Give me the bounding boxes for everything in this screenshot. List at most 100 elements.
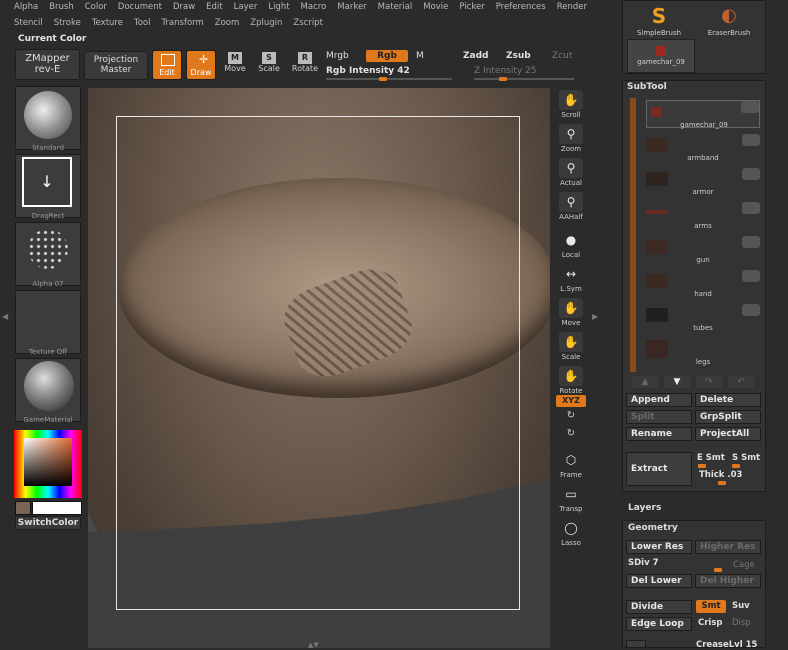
primary-color-swatch[interactable] — [15, 501, 31, 515]
thick-knob[interactable] — [718, 481, 726, 485]
subtool-item-gun[interactable]: gun — [646, 236, 760, 264]
menu-material[interactable]: Material — [378, 2, 413, 12]
rotate-z-tool[interactable]: ↻ — [556, 428, 586, 439]
menu-texture[interactable]: Texture — [92, 18, 123, 28]
brush-thumb[interactable] — [15, 86, 81, 150]
projectall-button[interactable]: ProjectAll — [695, 427, 761, 441]
menu-color[interactable]: Color — [85, 2, 107, 12]
color-picker-square[interactable] — [24, 438, 72, 486]
subtool-item-hand[interactable]: hand — [646, 270, 760, 298]
menu-zplugin[interactable]: Zplugin — [250, 18, 282, 28]
thick-slider[interactable]: Thick .03 — [699, 470, 742, 480]
local-tool[interactable]: ● Local — [556, 230, 586, 259]
alpha-thumb[interactable] — [15, 222, 81, 286]
menu-zscript[interactable]: Zscript — [293, 18, 323, 28]
visibility-eye-icon[interactable] — [742, 202, 760, 214]
bottom-tray-toggle-icon[interactable]: ▲▼ — [308, 641, 328, 649]
stroke-thumb[interactable]: ↓ — [15, 154, 81, 218]
z-intensity-knob[interactable] — [499, 77, 507, 81]
arrow-down-icon[interactable]: ▼ — [664, 376, 690, 388]
smt-toggle[interactable]: Smt — [696, 600, 726, 613]
scroll-tool[interactable]: ✋ Scroll — [556, 90, 586, 119]
transp-tool[interactable]: ▭ Transp — [556, 484, 586, 513]
menu-render[interactable]: Render — [557, 2, 587, 12]
visibility-eye-icon[interactable] — [742, 134, 760, 146]
scale-tool[interactable]: ✋ Scale — [556, 332, 586, 361]
sdiv-slider[interactable]: SDiv 7 — [628, 558, 659, 568]
layers-title[interactable]: Layers — [628, 503, 661, 513]
del-lower-button[interactable]: Del Lower — [626, 574, 692, 588]
rgb-intensity-track[interactable] — [326, 78, 452, 80]
gamechar-tool-item[interactable]: gamechar_09 — [627, 39, 695, 73]
menu-stroke[interactable]: Stroke — [54, 18, 81, 28]
append-button[interactable]: Append — [626, 393, 692, 407]
subtool-item-armband[interactable]: armband — [646, 134, 760, 162]
geometry-title[interactable]: Geometry — [628, 523, 678, 533]
menu-picker[interactable]: Picker — [459, 2, 484, 12]
arrow-undo-icon[interactable]: ↶ — [728, 376, 754, 388]
aahalf-tool[interactable]: ⚲ AAHalf — [556, 192, 586, 221]
arrow-redo-icon[interactable]: ↷ — [696, 376, 722, 388]
menu-marker[interactable]: Marker — [337, 2, 366, 12]
document-canvas[interactable] — [88, 88, 550, 648]
color-picker-ring[interactable] — [14, 430, 82, 498]
s-smt-knob[interactable] — [732, 464, 740, 468]
visibility-eye-icon[interactable] — [742, 236, 760, 248]
z-intensity-track[interactable] — [474, 78, 574, 80]
material-thumb[interactable] — [15, 358, 81, 422]
grpsplit-button[interactable]: GrpSplit — [695, 410, 761, 424]
menu-preferences[interactable]: Preferences — [496, 2, 546, 12]
simple-brush-item[interactable]: S SimpleBrush — [629, 3, 689, 37]
secondary-color-swatch[interactable] — [32, 501, 82, 515]
z-intensity-slider[interactable]: Z Intensity 25 — [474, 66, 537, 76]
disp-slider[interactable]: Disp — [732, 618, 751, 628]
subtool-scrollbar[interactable] — [630, 98, 636, 372]
zsub-button[interactable]: Zsub — [506, 51, 531, 61]
move-tool[interactable]: ✋ Move — [556, 298, 586, 327]
menu-layer[interactable]: Layer — [234, 2, 258, 12]
draw-mode-button[interactable]: ✛ Draw — [186, 50, 216, 80]
rgb-intensity-slider[interactable]: Rgb Intensity 42 — [326, 66, 410, 76]
extract-button[interactable]: Extract — [626, 452, 692, 486]
rotate-mode-button[interactable]: R Rotate — [290, 52, 320, 80]
zoom-tool[interactable]: ⚲ Zoom — [556, 124, 586, 153]
e-smt-knob[interactable] — [698, 464, 706, 468]
s-smt-slider[interactable]: S Smt — [732, 453, 760, 463]
lasso-tool[interactable]: ◯ Lasso — [556, 518, 586, 547]
mrgb-button[interactable]: Mrgb — [326, 51, 349, 61]
switch-color-button[interactable]: SwitchColor — [15, 516, 81, 530]
menu-stencil[interactable]: Stencil — [14, 18, 43, 28]
move-mode-button[interactable]: M Move — [222, 52, 248, 80]
projection-master-button[interactable]: Projection Master — [84, 51, 148, 80]
menu-movie[interactable]: Movie — [423, 2, 448, 12]
menu-tool[interactable]: Tool — [134, 18, 151, 28]
cage-button[interactable]: Cage — [733, 560, 755, 570]
e-smt-slider[interactable]: E Smt — [697, 453, 725, 463]
arrow-up-icon[interactable]: ▲ — [632, 376, 658, 388]
menu-transform[interactable]: Transform — [161, 18, 203, 28]
higher-res-button[interactable]: Higher Res — [695, 540, 761, 554]
visibility-eye-icon[interactable] — [742, 168, 760, 180]
crease-button[interactable] — [626, 640, 646, 648]
split-button[interactable]: Split — [626, 410, 692, 424]
menu-document[interactable]: Document — [118, 2, 162, 12]
subtool-item-legs[interactable]: legs — [646, 338, 760, 366]
frame-tool[interactable]: ⬡ Frame — [556, 450, 586, 479]
visibility-eye-icon[interactable] — [742, 304, 760, 316]
rename-button[interactable]: Rename — [626, 427, 692, 441]
subtool-item-armor[interactable]: armor — [646, 168, 760, 196]
rgb-button[interactable]: Rgb — [366, 50, 408, 62]
visibility-eye-icon[interactable] — [742, 270, 760, 282]
zadd-button[interactable]: Zadd — [463, 51, 488, 61]
delete-button[interactable]: Delete — [695, 393, 761, 407]
menu-macro[interactable]: Macro — [301, 2, 327, 12]
visibility-eye-icon[interactable] — [741, 101, 759, 113]
subtool-item-tubes[interactable]: tubes — [646, 304, 760, 332]
lower-res-button[interactable]: Lower Res — [626, 540, 692, 554]
right-tray-collapse-icon[interactable]: ▶ — [592, 312, 598, 328]
del-higher-button[interactable]: Del Higher — [695, 574, 761, 588]
eraser-brush-item[interactable]: ◐ EraserBrush — [697, 3, 761, 37]
lsym-tool[interactable]: ↔ L.Sym — [556, 264, 586, 293]
rgb-intensity-knob[interactable] — [378, 77, 387, 81]
crease-level-slider[interactable]: CreaseLvl 15 — [696, 640, 757, 650]
